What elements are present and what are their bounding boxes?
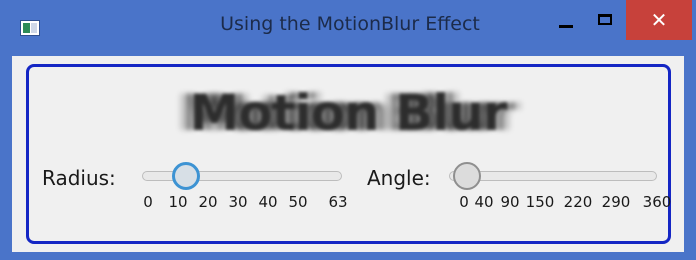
angle-tick-label: 220 bbox=[563, 193, 593, 211]
title-bar[interactable]: Using the MotionBlur Effect ✕ bbox=[0, 0, 696, 56]
radius-tick-label: 20 bbox=[198, 193, 218, 211]
minimize-icon[interactable] bbox=[548, 8, 584, 38]
angle-tick-label: 150 bbox=[525, 193, 555, 211]
close-icon[interactable]: ✕ bbox=[626, 0, 692, 40]
radius-label: Radius: bbox=[42, 166, 116, 190]
angle-tick-label: 0 bbox=[459, 193, 469, 211]
angle-tick-label: 90 bbox=[500, 193, 520, 211]
app-window: Using the MotionBlur Effect ✕ Motion Blu… bbox=[0, 0, 696, 260]
radius-tick-label: 10 bbox=[168, 193, 188, 211]
radius-tick-label: 0 bbox=[143, 193, 153, 211]
window-title: Using the MotionBlur Effect bbox=[220, 13, 480, 35]
angle-tick-label: 360 bbox=[642, 193, 672, 211]
app-icon bbox=[20, 20, 40, 36]
radius-tick-label: 30 bbox=[228, 193, 248, 211]
radius-tick-label: 63 bbox=[328, 193, 348, 211]
angle-tick-label: 40 bbox=[474, 193, 494, 211]
content-area: Motion Blur Radius: 0 10 20 30 40 50 63 Angle:… bbox=[12, 56, 684, 252]
maximize-icon[interactable] bbox=[588, 8, 624, 38]
radius-slider-thumb[interactable] bbox=[172, 162, 201, 190]
radius-tick-label: 50 bbox=[288, 193, 308, 211]
angle-label: Angle: bbox=[367, 166, 431, 190]
angle-tick-label: 290 bbox=[601, 193, 631, 211]
angle-slider-thumb[interactable] bbox=[453, 162, 481, 190]
radius-tick-label: 40 bbox=[258, 193, 278, 211]
motion-blur-text: Motion Blur bbox=[189, 84, 507, 142]
